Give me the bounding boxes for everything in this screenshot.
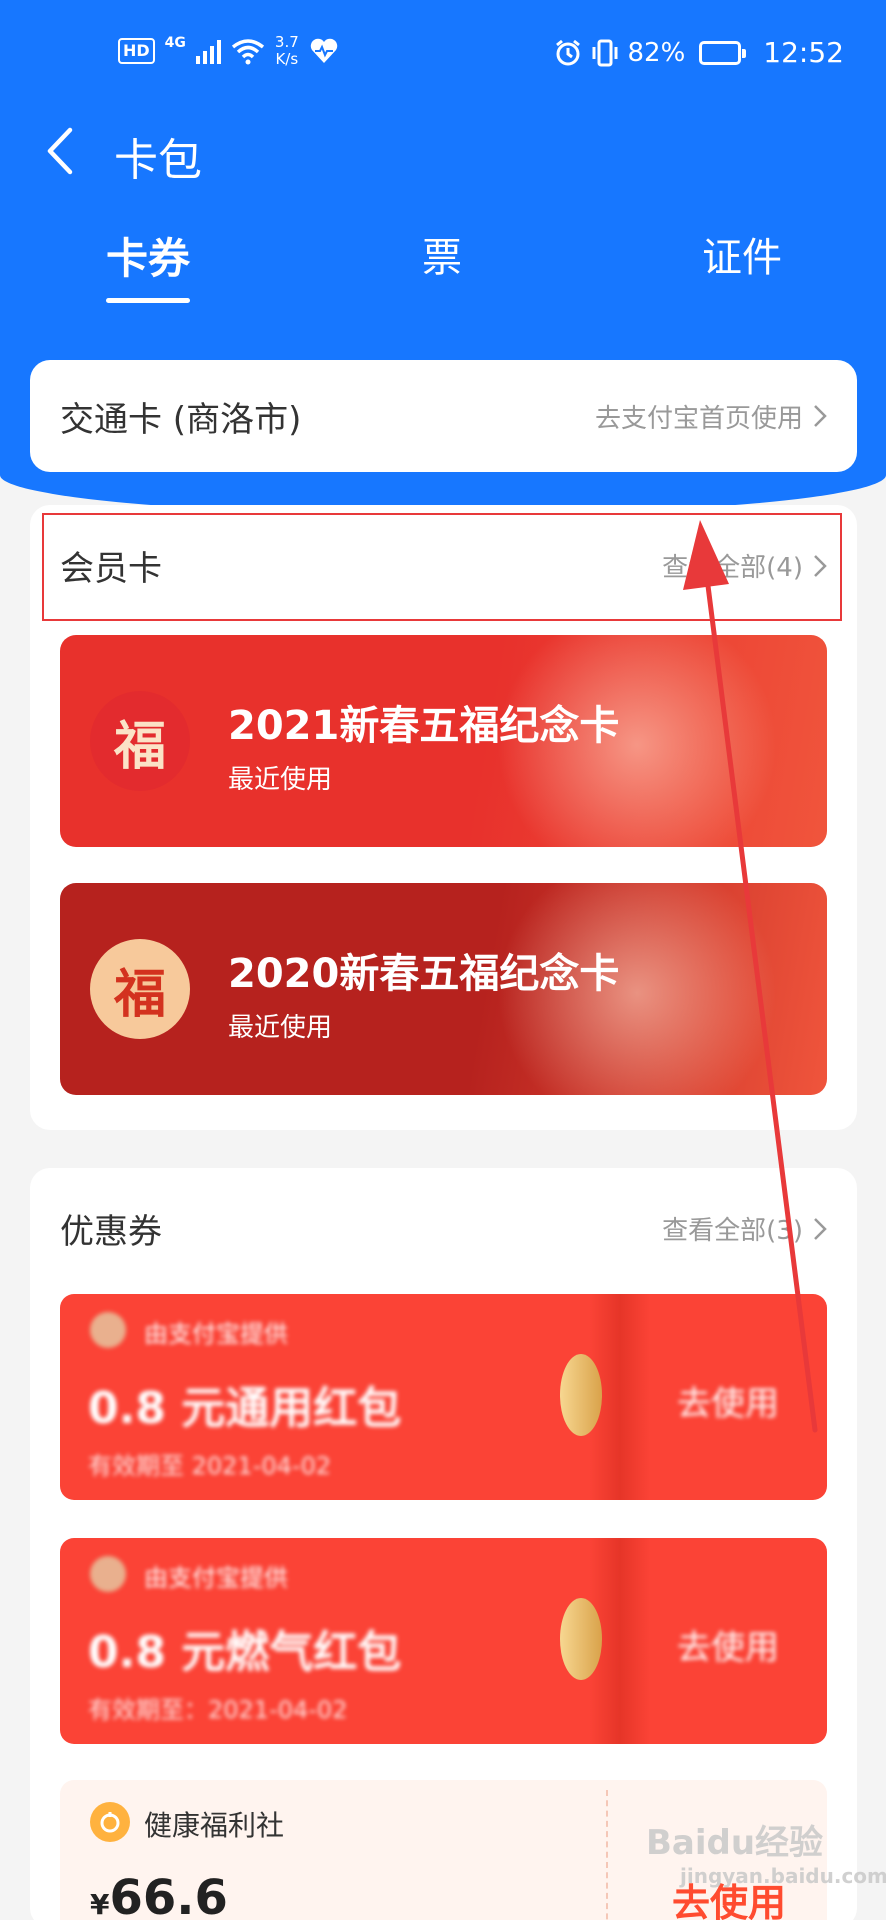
coin-icon [560,1598,602,1680]
tab-cards-coupons[interactable]: 卡券 [106,225,190,286]
battery-percent: 82% [627,37,686,68]
nav-bar: 卡包 [0,110,886,190]
provider-icon [90,1556,126,1592]
price-value: 66.6 [109,1870,228,1920]
coupon-view-all-label: 查看全部(3) [662,1216,803,1246]
watermark-url: jingyan.baidu.com [680,1864,886,1888]
health-heart-icon [310,38,337,63]
tab-bar: 卡券 票 证件 [0,225,886,305]
coupon-provider: 由支付宝提供 [144,1320,288,1348]
watermark-brand: Baidu经验 [646,1823,824,1863]
chevron-right-icon [814,405,827,427]
transit-card-name: 交通卡 (商洛市) [60,399,302,440]
transit-card-link-label: 去支付宝首页使用 [594,403,803,434]
coupon-amount: 0.8 元燃气红包 [88,1627,402,1678]
battery-icon [699,40,747,65]
card-subtitle: 最近使用 [228,765,333,795]
clock: 12:52 [763,36,844,69]
tab-documents[interactable]: 证件 [702,225,782,283]
coupon-dashed-divider [606,1790,608,1920]
coupon-amount: 0.8 元通用红包 [88,1383,402,1434]
red-packet-coupon[interactable]: 由支付宝提供 0.8 元通用红包 有效期至 2021-04-02 去使用 [60,1294,827,1500]
transit-card-link[interactable]: 去支付宝首页使用 [595,398,827,435]
coupon-title: 优惠券 [60,1212,162,1252]
transit-card[interactable]: 交通卡 (商洛市) 去支付宝首页使用 [30,360,857,472]
status-bar: HD 4G 3.7 K/s 82% 12:52 [0,30,886,78]
baidu-watermark: Baidu经验 jingyan.baidu.com [646,1815,886,1888]
coupon-use-button[interactable]: 去使用 [677,1620,779,1669]
vibrate-icon [592,39,617,66]
wifi-icon [231,39,264,65]
active-tab-indicator [106,298,190,303]
back-arrow-icon[interactable] [40,126,82,176]
coupon-header: 优惠券 查看全部(3) [30,1168,857,1278]
health-welfare-icon [90,1802,130,1842]
speed-value: 3.7 [274,33,299,51]
speed-unit: K/s [275,50,299,68]
fu-card-2020[interactable]: 福 2020新春五福纪念卡 最近使用 [60,883,827,1095]
page-title: 卡包 [114,135,202,186]
coupon-expiry: 有效期至：2021-04-02 [88,1696,348,1724]
card-title: 2021新春五福纪念卡 [228,703,620,749]
coupon-provider: 由支付宝提供 [144,1564,288,1592]
annotation-highlight-box [42,513,842,621]
fu-card-2021[interactable]: 福 2021新春五福纪念卡 最近使用 [60,635,827,847]
health-price: ¥66.6 [90,1870,228,1920]
fu-logo-icon: 福 [90,691,190,791]
coupon-use-button[interactable]: 去使用 [677,1376,779,1425]
coin-icon [560,1354,602,1436]
red-packet-coupon[interactable]: 由支付宝提供 0.8 元燃气红包 有效期至：2021-04-02 去使用 [60,1538,827,1744]
network-speed: 3.7 K/s [275,34,299,68]
coupon-expiry: 有效期至 2021-04-02 [88,1452,332,1480]
card-title: 2020新春五福纪念卡 [228,951,620,997]
coupon-section: 优惠券 查看全部(3) 由支付宝提供 0.8 元通用红包 有效期至 2021-0… [30,1168,857,1920]
tab-tickets[interactable]: 票 [422,225,462,283]
card-subtitle: 最近使用 [228,1013,333,1043]
hd-badge: HD [118,38,155,64]
health-provider: 健康福利社 [144,1809,285,1842]
coupon-view-all[interactable]: 查看全部(3) [662,1210,827,1247]
provider-icon [90,1312,126,1348]
currency-symbol: ¥ [90,1888,110,1920]
alarm-icon [555,39,580,65]
network-type: 4G [164,35,186,51]
chevron-right-icon [814,1217,827,1240]
fu-logo-icon: 福 [90,939,190,1039]
signal-icon [195,38,221,64]
